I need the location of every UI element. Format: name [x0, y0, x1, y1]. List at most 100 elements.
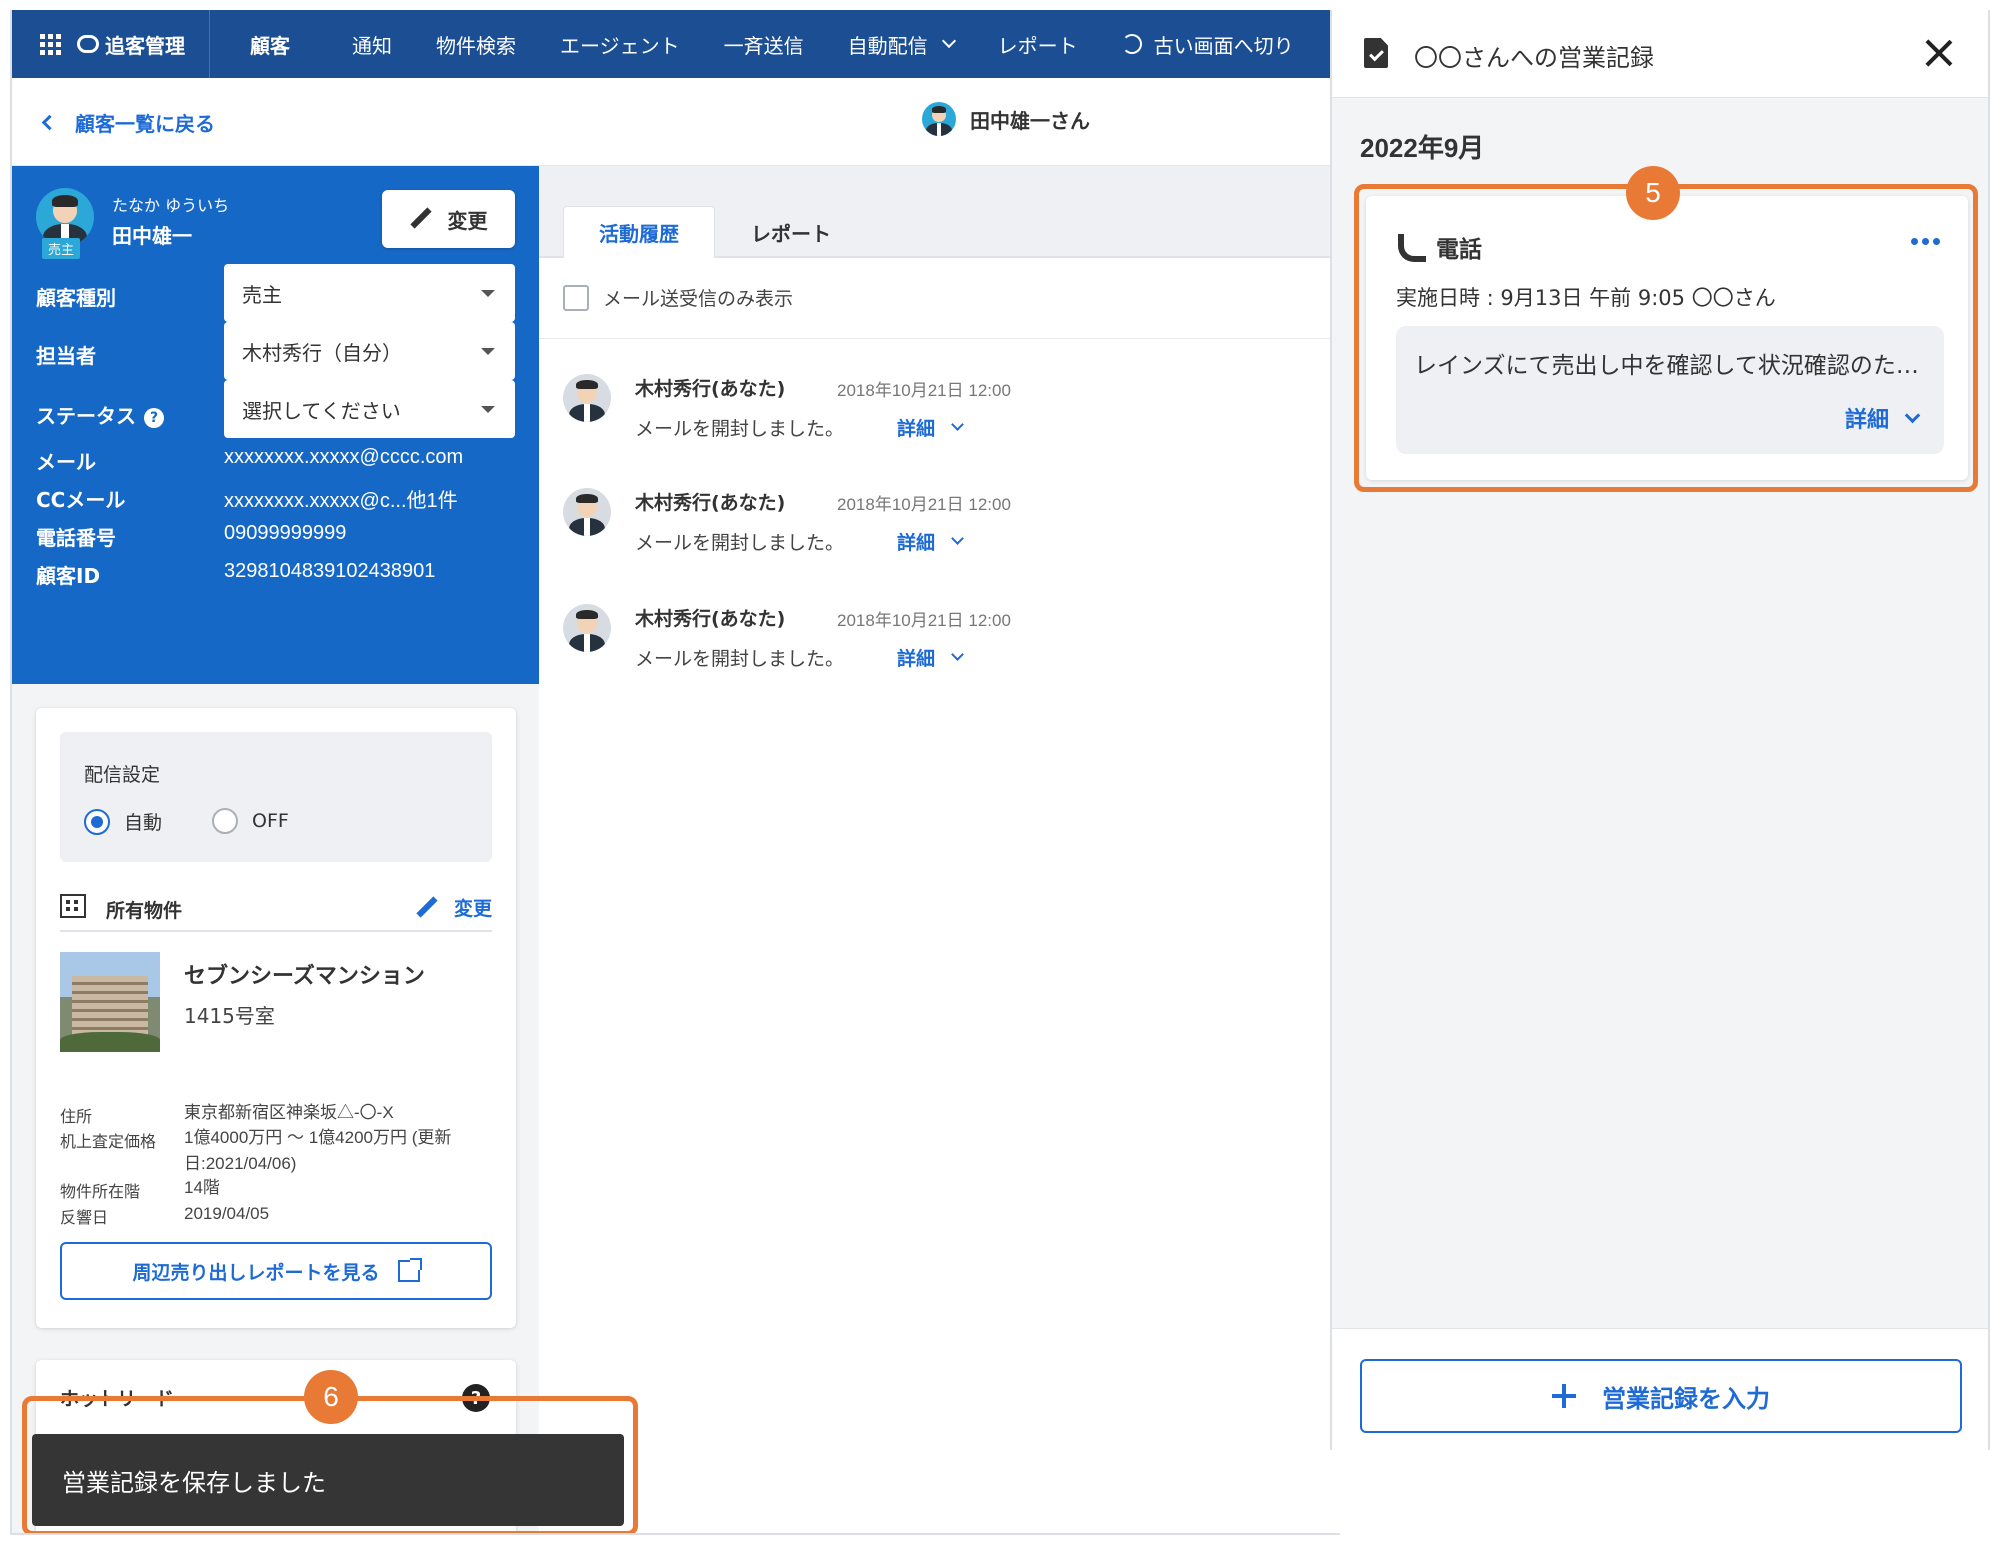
drawer-footer: 営業記録を入力	[1332, 1328, 1988, 1450]
help-icon[interactable]: ?	[144, 407, 164, 428]
nav-item-customers[interactable]: 顧客	[210, 10, 330, 78]
activity-detail-toggle[interactable]: 詳細	[897, 414, 964, 441]
email-label: メール	[36, 450, 96, 474]
nav-item-legacy-label: 古い画面へ切り	[1153, 33, 1294, 58]
history-icon	[1121, 34, 1142, 54]
nav-item-notifications[interactable]: 通知	[330, 10, 414, 78]
sales-record-card: 電話 実施日時 : 9月13日 午前 9:05 〇〇さん レインズにて売出し中を…	[1366, 196, 1968, 480]
edit-property-label: 変更	[453, 898, 492, 920]
property-photo	[60, 952, 160, 1052]
edit-profile-button[interactable]: 変更	[382, 190, 515, 248]
status-label-text: ステータス	[36, 404, 136, 428]
chevron-left-icon	[41, 114, 58, 131]
assignee-value: 木村秀行（自分）	[242, 340, 402, 365]
record-memo: レインズにて売出し中を確認して状況確認のため連絡 詳細	[1396, 326, 1944, 454]
cc-email-value[interactable]: xxxxxxxx.xxxxx@c...他1件	[224, 484, 458, 513]
more-options-icon[interactable]	[1911, 238, 1940, 245]
activity-panel: 活動履歴 レポート メール送受信のみ表示 木村秀行(あなた) 2018年10月2…	[539, 166, 1340, 1533]
chat-bubble-icon	[77, 35, 99, 53]
activity-actor: 木村秀行(あなた)	[635, 378, 786, 400]
close-icon[interactable]	[1924, 38, 1954, 68]
estimate-label: 机上査定価格	[60, 1132, 157, 1151]
sub-header: 顧客一覧に戻る 田中雄一さん	[12, 78, 1340, 166]
floor-label: 物件所在階	[60, 1182, 141, 1201]
sales-record-drawer: 〇〇さんへの営業記録 2022年9月 電話 実施日時 : 9月13日 午前 9:…	[1330, 10, 1990, 1450]
status-select[interactable]: 選択してください	[224, 380, 515, 438]
customer-type-select[interactable]: 売主	[224, 264, 515, 322]
property-room: 1415号室	[184, 1004, 275, 1028]
activity-description: メールを開封しました。	[635, 648, 845, 670]
property-card: 配信設定 自動 OFF 所有物件 変更 セブンシーズマンション 1415号室 住…	[36, 708, 516, 1328]
mail-only-filter[interactable]: メール送受信のみ表示	[563, 284, 793, 311]
nav-item-reports[interactable]: レポート	[976, 10, 1100, 78]
edit-property-button[interactable]: 変更	[416, 894, 492, 921]
chevron-down-icon	[951, 532, 964, 545]
back-to-customer-list-link[interactable]: 顧客一覧に戻る	[41, 108, 215, 137]
tab-activity-history[interactable]: 活動履歴	[563, 206, 715, 258]
owned-property-header: 所有物件 変更	[60, 888, 492, 932]
brand-label: 追客管理	[105, 33, 185, 58]
address-value: 東京都新宿区神楽坂△-〇-X	[184, 1103, 394, 1122]
activity-item: 木村秀行(あなた) 2018年10月21日 12:00 メールを開封しました。 …	[563, 592, 1323, 682]
brand[interactable]: 追客管理	[12, 10, 210, 78]
delivery-off-radio[interactable]: OFF	[212, 808, 289, 834]
activity-tabs: 活動履歴 レポート	[539, 166, 1340, 258]
nav-item-agents[interactable]: エージェント	[538, 10, 702, 78]
chevron-down-icon	[951, 648, 964, 661]
record-memo-text: レインズにて売出し中を確認して状況確認のため連絡	[1414, 353, 1934, 379]
nearby-listing-report-button[interactable]: 周辺売り出しレポートを見る	[60, 1242, 492, 1300]
user-avatar-icon	[563, 604, 611, 652]
nav-item-bulk-send[interactable]: 一斉送信	[702, 10, 826, 78]
customer-type-label: 顧客種別	[36, 286, 116, 310]
chevron-down-icon	[1904, 407, 1921, 423]
seller-badge: 売主	[42, 238, 81, 259]
email-value: xxxxxxxx.xxxxx@cccc.com	[224, 446, 464, 468]
activity-time: 2018年10月21日 12:00	[837, 611, 1011, 630]
step-badge-6: 6	[304, 1370, 358, 1424]
edit-profile-label: 変更	[447, 208, 488, 233]
customer-profile-panel: 売主 たなか ゆういち 田中雄一 変更 顧客種別 売主 担当者 木村秀行（自分）	[12, 166, 539, 684]
activity-item: 木村秀行(あなた) 2018年10月21日 12:00 メールを開封しました。 …	[563, 362, 1323, 452]
add-sales-record-button[interactable]: 営業記録を入力	[1360, 1359, 1962, 1433]
status-label: ステータス?	[36, 400, 164, 429]
activity-actor: 木村秀行(あなた)	[635, 608, 786, 630]
estimate-value: 1億4000万円 〜 1億4200万円 (更新日:2021/04/06)	[184, 1128, 452, 1173]
nav-item-auto-delivery[interactable]: 自動配信	[826, 10, 976, 78]
app-grid-icon[interactable]	[40, 33, 61, 55]
external-link-icon	[397, 1258, 422, 1282]
activity-description: メールを開封しました。	[635, 532, 845, 554]
drawer-header: 〇〇さんへの営業記録	[1332, 10, 1988, 98]
activity-detail-toggle[interactable]: 詳細	[897, 528, 964, 555]
caret-down-icon	[481, 290, 495, 297]
building-icon	[60, 894, 86, 918]
address-label: 住所	[60, 1107, 93, 1126]
screenshot-stage: 追客管理 顧客 通知 物件検索 エージェント 一斉送信 自動配信 レポート 古い…	[10, 10, 1990, 1535]
customer-id-label: 顧客ID	[36, 564, 101, 588]
assignee-label: 担当者	[36, 344, 96, 368]
record-detail-toggle[interactable]: 詳細	[1845, 402, 1921, 434]
delivery-settings-title: 配信設定	[84, 764, 161, 786]
status-value: 選択してください	[242, 398, 401, 423]
customer-header-name: 田中雄一さん	[970, 108, 1090, 133]
delivery-auto-radio[interactable]: 自動	[84, 808, 162, 835]
activity-detail-label: 詳細	[897, 418, 936, 440]
delivery-settings: 配信設定 自動 OFF	[60, 732, 492, 862]
activity-actor: 木村秀行(あなた)	[635, 492, 786, 514]
activity-detail-toggle[interactable]: 詳細	[897, 644, 964, 671]
plus-icon	[1552, 1384, 1576, 1408]
chevron-down-icon	[951, 418, 964, 431]
tab-report[interactable]: レポート	[715, 206, 867, 258]
saved-toast: 営業記録を保存しました	[32, 1434, 624, 1526]
assignee-select[interactable]: 木村秀行（自分）	[224, 322, 515, 380]
customer-header: 田中雄一さん	[922, 102, 1090, 136]
nav-item-legacy-screen[interactable]: 古い画面へ切り	[1100, 10, 1316, 78]
checkbox-icon[interactable]	[563, 284, 589, 311]
activity-description: メールを開封しました。	[635, 418, 845, 440]
activity-item: 木村秀行(あなた) 2018年10月21日 12:00 メールを開封しました。 …	[563, 476, 1323, 566]
nav-item-property-search[interactable]: 物件検索	[414, 10, 538, 78]
phone-value: 09099999999	[224, 522, 347, 544]
phone-icon	[1396, 232, 1426, 262]
activity-time: 2018年10月21日 12:00	[837, 381, 1011, 400]
activity-time: 2018年10月21日 12:00	[837, 495, 1011, 514]
customer-detail-app: 追客管理 顧客 通知 物件検索 エージェント 一斉送信 自動配信 レポート 古い…	[10, 10, 1340, 1535]
